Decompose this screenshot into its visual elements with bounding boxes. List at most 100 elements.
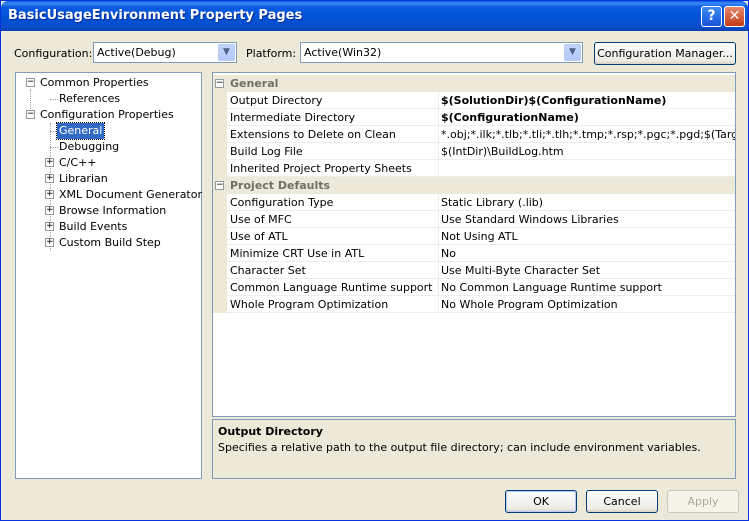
configuration-manager-button[interactable]: Configuration Manager... <box>594 42 736 65</box>
row-gutter <box>213 143 227 160</box>
column-divider <box>438 211 439 228</box>
property-row[interactable]: Character Set Use Multi-Byte Character S… <box>213 262 735 279</box>
property-value[interactable]: $(ConfigurationName) <box>441 111 735 124</box>
property-row[interactable]: Use of MFC Use Standard Windows Librarie… <box>213 211 735 228</box>
description-title: Output Directory <box>218 425 323 438</box>
row-gutter <box>213 126 227 143</box>
property-value[interactable]: No Common Language Runtime support <box>441 281 735 294</box>
category-project-defaults[interactable]: − Project Defaults <box>213 177 735 194</box>
column-divider <box>438 126 439 143</box>
column-divider <box>438 262 439 279</box>
property-value[interactable]: Use Standard Windows Libraries <box>441 213 735 226</box>
row-gutter <box>213 109 227 126</box>
tree-item-xml-document-generator[interactable]: XML Document Generator <box>59 187 202 203</box>
property-name: Use of MFC <box>230 213 292 226</box>
tree-item-custom-build-step[interactable]: Custom Build Step <box>59 235 161 251</box>
row-gutter <box>213 194 227 211</box>
column-divider <box>438 92 439 109</box>
row-gutter <box>213 296 227 313</box>
configuration-label: Configuration: <box>14 47 93 60</box>
property-name: Use of ATL <box>230 230 288 243</box>
column-divider <box>438 245 439 262</box>
collapse-icon[interactable]: − <box>215 79 224 88</box>
description-panel: Output Directory Specifies a relative pa… <box>212 419 736 479</box>
property-row[interactable]: Extensions to Delete on Clean *.obj;*.il… <box>213 126 735 143</box>
expand-icon[interactable]: + <box>45 158 54 167</box>
property-name: Output Directory <box>230 94 323 107</box>
cancel-button[interactable]: Cancel <box>586 490 658 513</box>
tree-item-references[interactable]: References <box>59 91 120 107</box>
property-row[interactable]: Use of ATL Not Using ATL <box>213 228 735 245</box>
expand-icon[interactable]: + <box>45 206 54 215</box>
expand-icon[interactable]: + <box>45 190 54 199</box>
tree-item-general[interactable]: General <box>55 122 106 140</box>
property-value[interactable]: Not Using ATL <box>441 230 735 243</box>
property-name: Character Set <box>230 264 306 277</box>
description-text: Specifies a relative path to the output … <box>218 441 701 454</box>
configuration-select[interactable]: Active(Debug) ▼ <box>93 42 237 63</box>
apply-button[interactable]: Apply <box>667 490 739 513</box>
tree-item-common-properties[interactable]: Common Properties <box>40 75 149 91</box>
tree-connector <box>50 123 51 251</box>
property-name: Configuration Type <box>230 196 334 209</box>
property-value[interactable]: Static Library (.lib) <box>441 196 735 209</box>
property-value[interactable]: No Whole Program Optimization <box>441 298 735 311</box>
expand-icon[interactable]: + <box>45 174 54 183</box>
title-bar[interactable]: BasicUsageEnvironment Property Pages ? ✕ <box>1 1 748 31</box>
category-general[interactable]: − General <box>213 75 735 92</box>
property-name: Inherited Project Property Sheets <box>230 162 412 175</box>
collapse-icon[interactable]: − <box>215 181 224 190</box>
tree-item-debugging[interactable]: Debugging <box>59 139 119 155</box>
tree-item-c-cpp[interactable]: C/C++ <box>59 155 97 171</box>
tree-item-build-events[interactable]: Build Events <box>59 219 127 235</box>
row-gutter <box>213 245 227 262</box>
row-gutter <box>213 228 227 245</box>
column-divider <box>438 143 439 160</box>
property-name: Extensions to Delete on Clean <box>230 128 396 141</box>
expand-icon[interactable]: + <box>45 222 54 231</box>
collapse-icon[interactable]: − <box>26 110 35 119</box>
property-pages-window: BasicUsageEnvironment Property Pages ? ✕… <box>0 0 749 521</box>
expand-icon[interactable]: + <box>45 238 54 247</box>
property-row[interactable]: Configuration Type Static Library (.lib) <box>213 194 735 211</box>
platform-select[interactable]: Active(Win32) ▼ <box>300 42 583 63</box>
property-row[interactable]: Output Directory $(SolutionDir)$(Configu… <box>213 92 735 109</box>
tree-item-browse-information[interactable]: Browse Information <box>59 203 166 219</box>
ok-button[interactable]: OK <box>505 490 577 513</box>
platform-label: Platform: <box>246 47 297 60</box>
row-gutter <box>213 279 227 296</box>
property-row[interactable]: Common Language Runtime support No Commo… <box>213 279 735 296</box>
tree-item-librarian[interactable]: Librarian <box>59 171 108 187</box>
property-row[interactable]: Intermediate Directory $(ConfigurationNa… <box>213 109 735 126</box>
help-button[interactable]: ? <box>701 6 722 27</box>
column-divider <box>438 228 439 245</box>
property-row[interactable]: Build Log File $(IntDir)\BuildLog.htm <box>213 143 735 160</box>
row-gutter <box>213 262 227 279</box>
property-name: Whole Program Optimization <box>230 298 389 311</box>
property-name: Common Language Runtime support <box>230 281 433 294</box>
property-value[interactable]: Use Multi-Byte Character Set <box>441 264 735 277</box>
property-value[interactable]: No <box>441 247 735 260</box>
platform-value: Active(Win32) <box>304 46 382 59</box>
row-gutter <box>213 160 227 177</box>
tree-connector <box>50 147 58 148</box>
chevron-down-icon[interactable]: ▼ <box>218 44 235 61</box>
tree-item-configuration-properties[interactable]: Configuration Properties <box>40 107 174 123</box>
property-row[interactable]: Inherited Project Property Sheets <box>213 160 735 177</box>
property-value[interactable]: $(SolutionDir)$(ConfigurationName) <box>441 94 735 107</box>
property-name: Build Log File <box>230 145 303 158</box>
close-button[interactable]: ✕ <box>724 6 745 27</box>
collapse-icon[interactable]: − <box>26 78 35 87</box>
row-gutter <box>213 92 227 109</box>
property-value[interactable]: $(IntDir)\BuildLog.htm <box>441 145 735 158</box>
column-divider <box>438 109 439 126</box>
property-row[interactable]: Minimize CRT Use in ATL No <box>213 245 735 262</box>
property-name: Minimize CRT Use in ATL <box>230 247 365 260</box>
column-divider <box>438 160 439 177</box>
property-value[interactable]: *.obj;*.ilk;*.tlb;*.tli;*.tlh;*.tmp;*.rs… <box>441 128 735 141</box>
tree-connector <box>50 99 58 100</box>
chevron-down-icon[interactable]: ▼ <box>564 44 581 61</box>
property-tree: − Common Properties References − Configu… <box>15 72 202 479</box>
configuration-value: Active(Debug) <box>97 46 176 59</box>
property-row[interactable]: Whole Program Optimization No Whole Prog… <box>213 296 735 313</box>
